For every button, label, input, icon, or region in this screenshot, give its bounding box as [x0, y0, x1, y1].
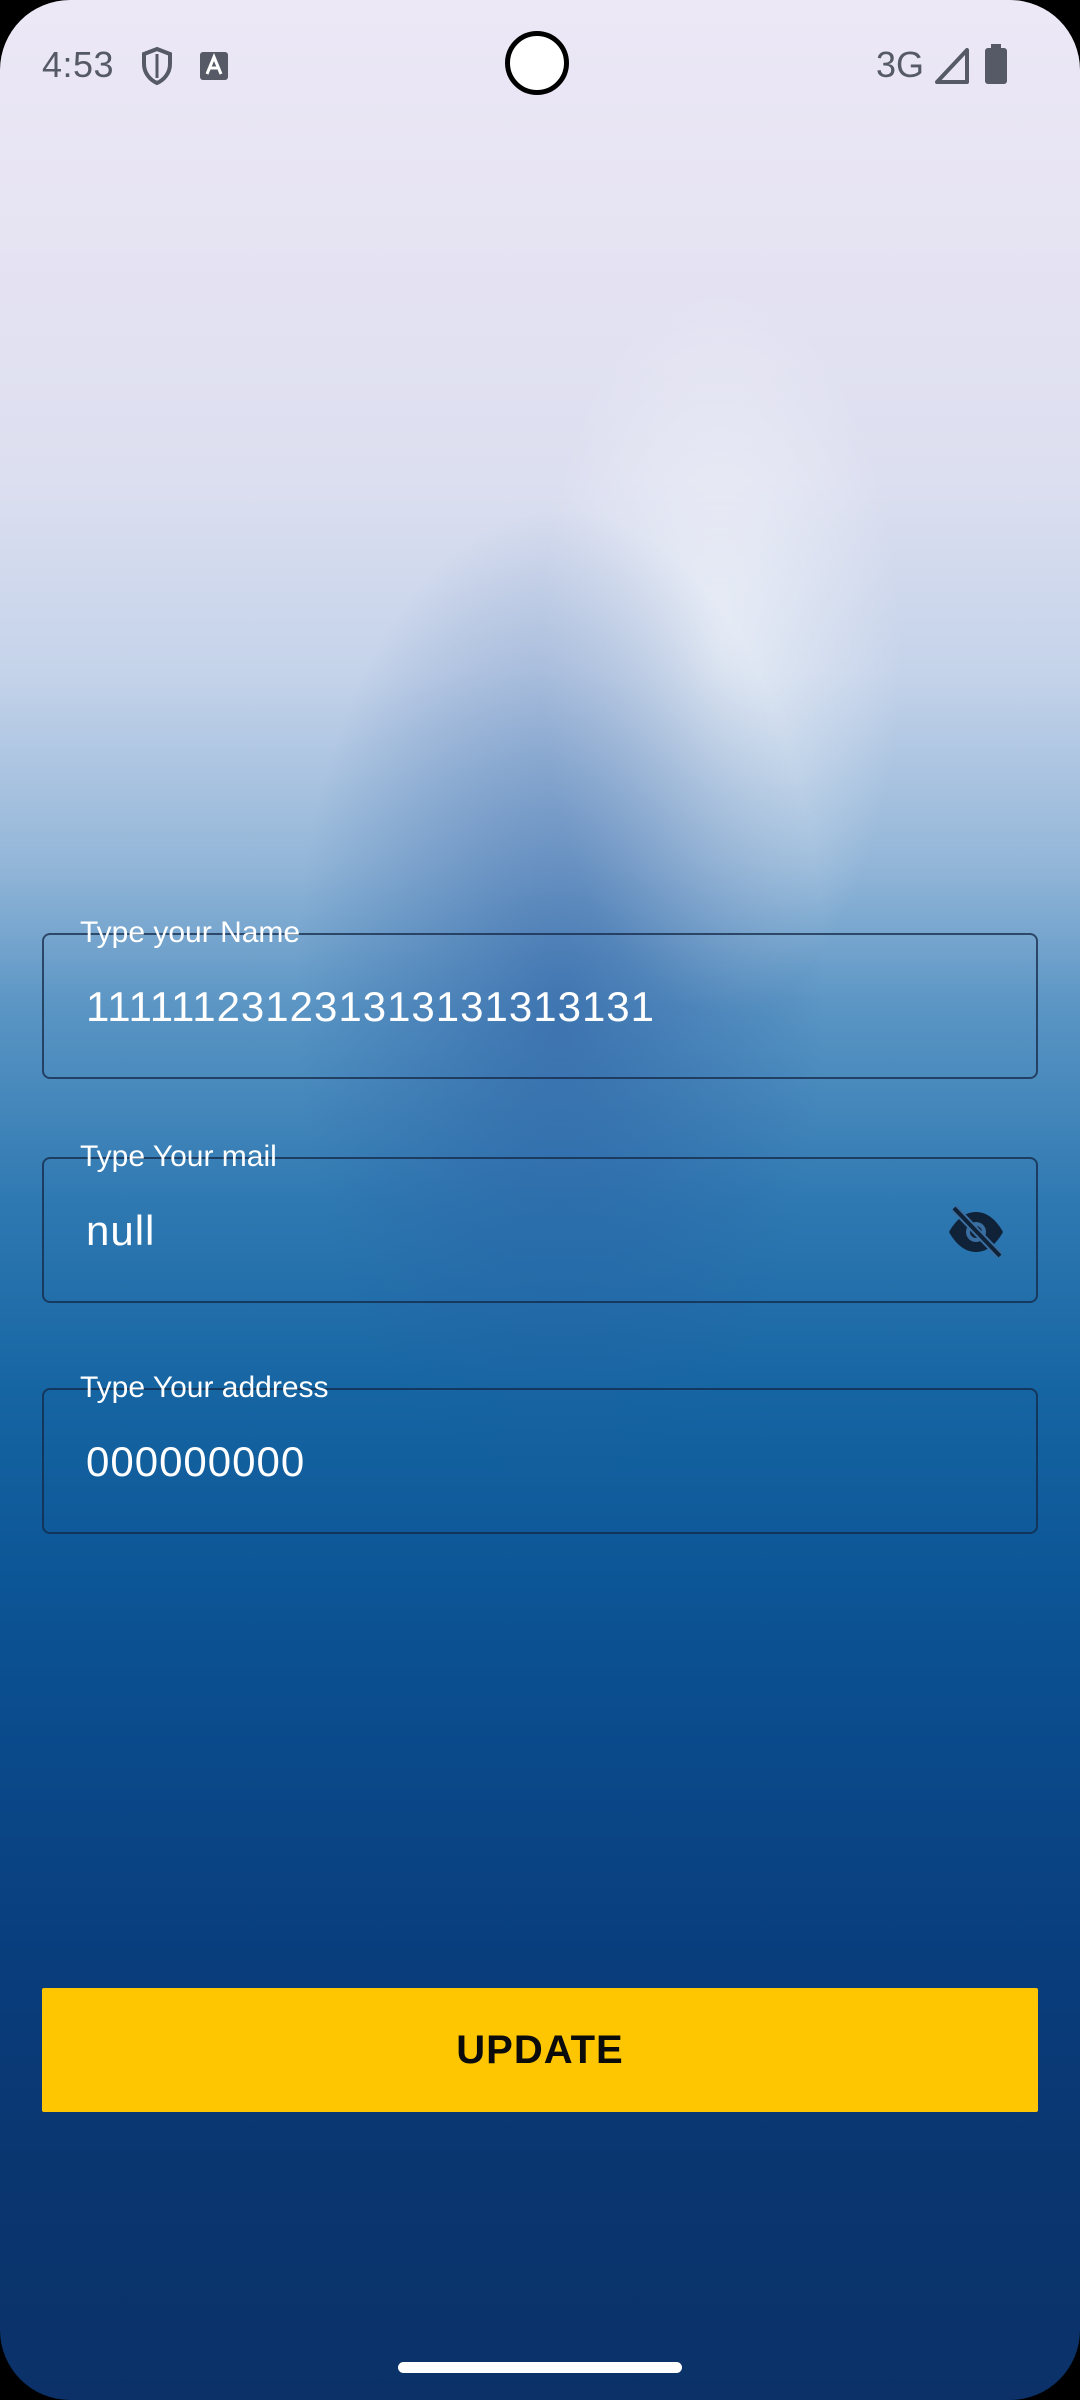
font-a-icon	[200, 52, 228, 85]
address-field-value[interactable]: 000000000	[86, 1438, 305, 1486]
address-field[interactable]: Type Your address 000000000	[42, 1371, 1038, 1534]
home-indicator[interactable]	[398, 2362, 682, 2373]
mail-field[interactable]: Type Your mail null	[42, 1140, 1038, 1303]
mail-field-value[interactable]: null	[86, 1207, 155, 1255]
battery-icon	[985, 44, 1007, 89]
update-button[interactable]: UPDATE	[42, 1988, 1038, 2112]
name-field-label: Type your Name	[80, 916, 301, 949]
name-field[interactable]: Type your Name 111111231231313131313131	[42, 916, 1038, 1079]
name-field-value[interactable]: 111111231231313131313131	[86, 983, 655, 1031]
front-camera	[505, 31, 569, 95]
address-field-label: Type Your address	[80, 1371, 329, 1404]
status-time: 4:53	[42, 44, 115, 85]
status-bar: 4:53 3G	[0, 0, 1080, 130]
mail-field-label: Type Your mail	[80, 1140, 277, 1173]
signal-icon	[935, 48, 969, 89]
network-type: 3G	[876, 44, 925, 85]
shield-icon	[140, 46, 174, 91]
eye-off-icon[interactable]	[946, 1204, 1006, 1260]
app-screen: 4:53 3G Type your Name 11111123123131313…	[0, 0, 1080, 2400]
